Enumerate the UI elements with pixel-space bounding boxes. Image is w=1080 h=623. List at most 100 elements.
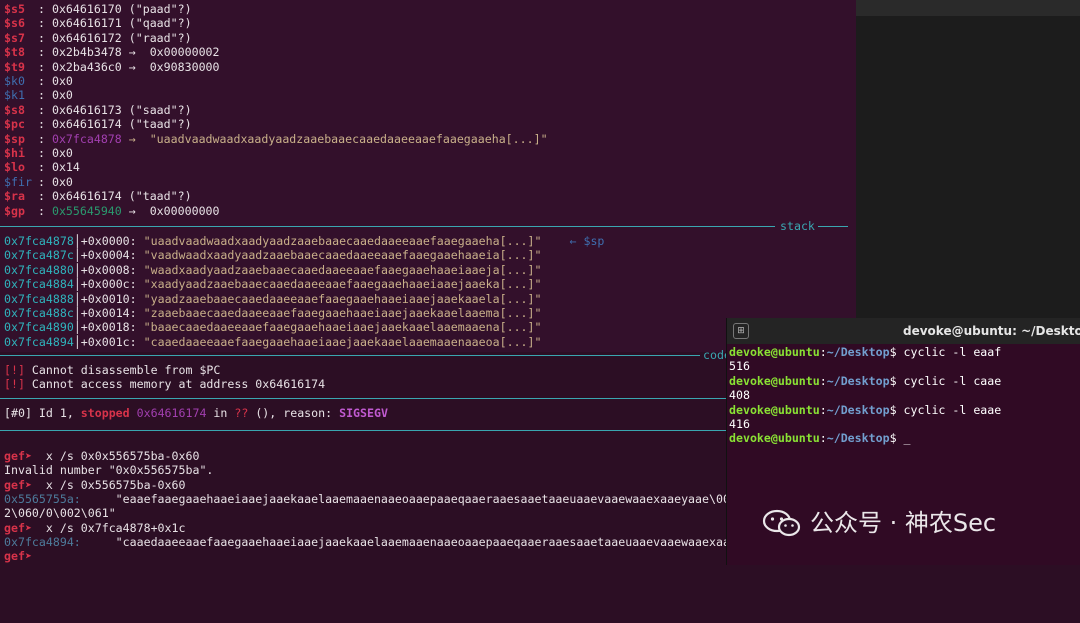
stack-address: 0x7fca488c: [4, 306, 74, 320]
stack-row: 0x7fca488c│+0x0014: "zaaebaaecaaedaaeeaa…: [4, 306, 542, 320]
register-name: $k1: [4, 88, 25, 103]
register-row: $fir: 0x0: [4, 174, 73, 189]
stack-row: 0x7fca4878│+0x0000: "uaadvaadwaadxaadyaa…: [4, 234, 605, 248]
stack-offset: +0x000c:: [80, 277, 137, 292]
register-value: 0x55645940: [51, 203, 122, 218]
wechat-icon: [762, 509, 801, 537]
register-value: 0x0: [51, 174, 73, 189]
register-value: 0x64616172: [51, 30, 122, 45]
terminal-command: devoke@ubuntu:~/Desktop$ cyclic -l eaae: [729, 402, 1002, 417]
register-name: $s6: [4, 16, 25, 31]
register-name: $sp: [4, 131, 25, 146]
terminal-prompt[interactable]: devoke@ubuntu:~/Desktop$ _: [729, 431, 911, 445]
threads-separator: [0, 398, 726, 399]
register-value: 0x64616174: [51, 189, 122, 204]
register-name: $s5: [4, 2, 25, 16]
register-deref: → 0x00000002: [128, 45, 220, 60]
stack-row: 0x7fca4890│+0x0018: "baaecaaedaaeeaaefaa…: [4, 320, 542, 335]
stack-offset: +0x0014:: [80, 306, 137, 320]
stack-row: 0x7fca4888│+0x0010: "yaadzaaebaaecaaedaa…: [4, 291, 542, 306]
register-row: $ra: 0x64616174 ("taad"?): [4, 189, 192, 204]
stack-address: 0x7fca4880: [4, 262, 74, 277]
stack-value: "vaadwaadxaadyaadzaaebaaecaaedaaeeaaefaa…: [143, 248, 542, 263]
stack-value: "waadxaadyaadzaaebaaecaaedaaeeaaefaaegaa…: [143, 262, 542, 277]
register-value: 0x64616173: [51, 102, 122, 117]
register-name: $fir: [4, 174, 32, 189]
stack-address: 0x7fca4888: [4, 291, 74, 306]
register-name: $gp: [4, 203, 25, 218]
stack-address: 0x7fca487c: [4, 248, 74, 263]
console-line: gef➤ x /s 0x556575ba-0x60: [4, 478, 186, 492]
register-row: $lo: 0x14: [4, 160, 80, 175]
register-deref: → 0x90830000: [128, 59, 220, 74]
console-line: gef➤ x /s 0x7fca4878+0x1c: [4, 521, 186, 535]
stack-value: "caaedaaeeaaefaaegaaehaaeiaaejaaekaaelaa…: [143, 334, 542, 349]
register-deref: ("qaad"?): [128, 16, 192, 31]
stack-address: 0x7fca4890: [4, 320, 74, 335]
stack-offset: +0x0000:: [80, 234, 137, 248]
new-tab-icon[interactable]: ⊞: [733, 323, 749, 339]
register-value: 0x2b4b3478: [51, 45, 122, 60]
register-row: $sp: 0x7fca4878 → "uaadvaadwaadxaadyaadz…: [4, 131, 548, 146]
register-deref: ("saad"?): [128, 102, 192, 117]
terminal-command: devoke@ubuntu:~/Desktop$ cyclic -l eaaf: [729, 345, 1002, 359]
console-line: 0x7fca4894: "caaedaaeeaaefaaegaaehaaeiaa…: [4, 535, 726, 549]
stack-row: 0x7fca4880│+0x0008: "waadxaadyaadzaaebaa…: [4, 262, 542, 277]
sp-marker: ← $sp: [569, 234, 605, 248]
console-line: gef➤ x /s 0x0x556575ba-0x60: [4, 449, 200, 463]
register-value: 0x64616170: [51, 2, 122, 16]
console-line: Invalid number "0x0x556575ba".: [4, 463, 214, 477]
stack-offset: +0x001c:: [80, 334, 137, 349]
register-row: $pc: 0x64616174 ("taad"?): [4, 117, 192, 132]
register-row: $s8: 0x64616173 ("saad"?): [4, 102, 192, 117]
register-name: $k0: [4, 74, 25, 88]
register-name: $t9: [4, 59, 25, 74]
register-deref: ("raad"?): [128, 30, 192, 45]
stack-value: "zaaebaaecaaedaaeeaaefaaegaaehaaeiaaejaa…: [143, 306, 542, 320]
register-deref: → "uaadvaadwaadxaadyaadzaaebaaecaaedaaee…: [128, 131, 548, 146]
terminal-output: 416: [729, 417, 750, 431]
register-row: $gp: 0x55645940 → 0x00000000: [4, 203, 220, 218]
register-value: 0x2ba436c0: [51, 59, 122, 74]
register-row: $t8: 0x2b4b3478 → 0x00000002: [4, 45, 220, 60]
terminal-title: devoke@ubuntu: ~/Desktop: [903, 324, 1080, 338]
register-row: $s6: 0x64616171 ("qaad"?): [4, 16, 192, 31]
stack-row: 0x7fca487c│+0x0004: "vaadwaadxaadyaadzaa…: [4, 248, 542, 263]
stack-value: "yaadzaaebaaecaaedaaeeaaefaaegaaehaaeiaa…: [143, 291, 542, 306]
console-line: 2\060/0\002\061": [4, 506, 116, 520]
register-deref: ("taad"?): [128, 189, 192, 204]
register-deref: ("paad"?): [128, 2, 192, 16]
trace-separator: [0, 430, 726, 431]
register-value: 0x64616174: [51, 117, 122, 132]
stack-address: 0x7fca4884: [4, 277, 74, 292]
register-value: 0x0: [51, 88, 73, 103]
watermark: 公众号 · 神农Sec: [762, 503, 996, 543]
register-value: 0x7fca4878: [51, 131, 122, 146]
register-value: 0x0: [51, 74, 73, 88]
stack-offset: +0x0010:: [80, 291, 137, 306]
register-row: $s7: 0x64616172 ("raad"?): [4, 30, 192, 45]
register-name: $t8: [4, 45, 25, 60]
register-deref: → 0x00000000: [128, 203, 220, 218]
terminal-titlebar[interactable]: ⊞ devoke@ubuntu: ~/Desktop: [727, 318, 1080, 344]
stack-label: stack: [780, 219, 815, 233]
register-row: $k0: 0x0: [4, 74, 73, 88]
terminal-output: 516: [729, 359, 750, 374]
register-deref: ("taad"?): [128, 117, 192, 132]
stack-address: 0x7fca4878: [4, 234, 74, 248]
register-row: $hi: 0x0: [4, 146, 73, 160]
register-value: 0x14: [51, 160, 80, 175]
console-prompt[interactable]: gef➤: [4, 549, 32, 563]
register-name: $pc: [4, 117, 25, 132]
register-row: $s5: 0x64616170 ("paad"?): [4, 2, 192, 16]
register-name: $s7: [4, 30, 25, 45]
register-name: $hi: [4, 146, 25, 160]
stack-value: "baaecaaedaaeeaaefaaegaaehaaeiaaejaaekaa…: [143, 320, 542, 335]
stack-offset: +0x0008:: [80, 262, 137, 277]
error-line: [!] Cannot access memory at address 0x64…: [4, 377, 326, 391]
register-value: 0x0: [51, 146, 73, 160]
register-name: $ra: [4, 189, 25, 204]
terminal-command: devoke@ubuntu:~/Desktop$ cyclic -l caae: [729, 373, 1002, 388]
stack-value: "xaadyaadzaaebaaecaaedaaeeaaefaaegaaehaa…: [143, 277, 542, 292]
register-row: $k1: 0x0: [4, 88, 73, 103]
